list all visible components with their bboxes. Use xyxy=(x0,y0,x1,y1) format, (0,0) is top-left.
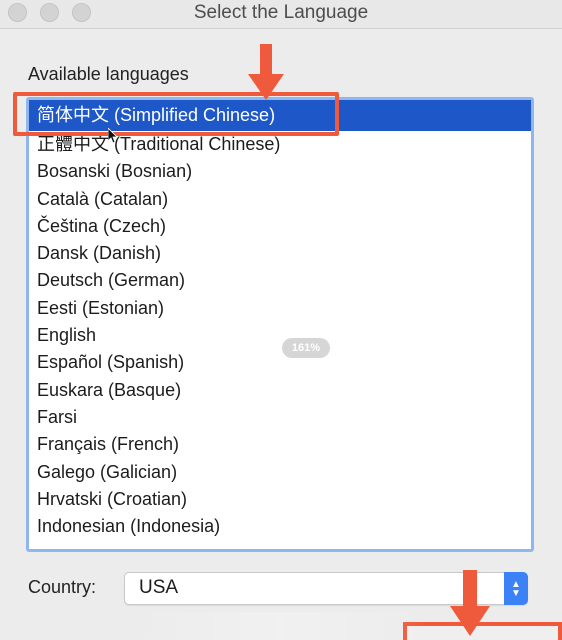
list-item[interactable]: Farsi xyxy=(29,404,531,431)
available-languages-label: Available languages xyxy=(28,64,189,84)
list-item[interactable]: Euskara (Basque) xyxy=(29,377,531,404)
list-item[interactable]: Eesti (Estonian) xyxy=(29,295,531,322)
list-item[interactable]: Français (French) xyxy=(29,431,531,458)
list-item[interactable]: Čeština (Czech) xyxy=(29,213,531,240)
mouse-pointer-icon xyxy=(108,128,118,144)
chevron-updown-icon[interactable]: ▲ ▼ xyxy=(504,572,528,605)
list-item[interactable]: Dansk (Danish) xyxy=(29,240,531,267)
selection-highlight-annotation xyxy=(13,92,339,136)
arrow-down-icon xyxy=(248,44,284,100)
list-item[interactable]: Galego (Galician) xyxy=(29,459,531,486)
arrow-down-icon xyxy=(450,570,490,636)
country-label: Country: xyxy=(28,577,97,597)
window-title: Select the Language xyxy=(193,2,369,23)
list-item[interactable]: Español (Spanish) xyxy=(29,349,531,376)
list-item[interactable]: Hrvatski (Croatian) xyxy=(29,486,531,513)
watermark xyxy=(130,612,430,640)
language-list[interactable]: 简体中文 (Simplified Chinese) 正體中文 (Traditio… xyxy=(26,97,534,552)
list-item[interactable]: Indonesian (Indonesia) xyxy=(29,513,531,540)
title-bar: Select the Language xyxy=(0,0,562,29)
list-item[interactable]: Bosanski (Bosnian) xyxy=(29,158,531,185)
country-value: USA xyxy=(139,577,179,598)
list-item[interactable]: Català (Catalan) xyxy=(29,186,531,213)
list-item[interactable]: English xyxy=(29,322,531,349)
zoom-level-badge: 161% xyxy=(282,338,330,358)
list-item[interactable]: Deutsch (German) xyxy=(29,267,531,294)
